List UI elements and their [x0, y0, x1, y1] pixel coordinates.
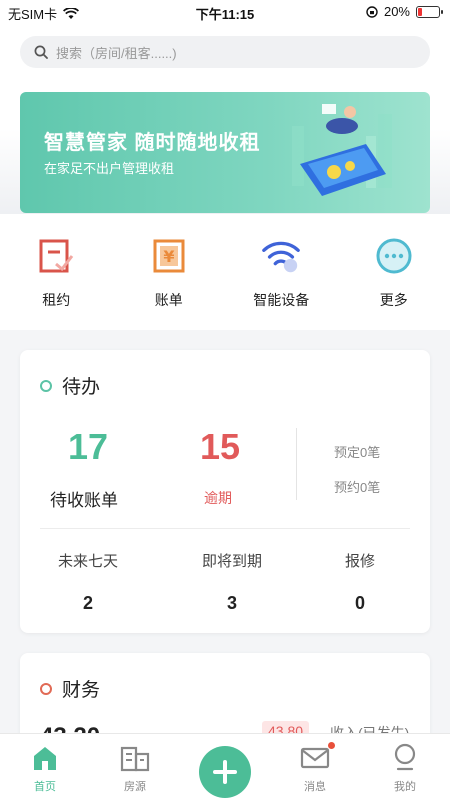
promo-banner[interactable]: 智慧管家 随时随地收租 在家足不出户管理收租: [20, 92, 430, 213]
tab-listings[interactable]: 房源: [90, 734, 180, 800]
search-input[interactable]: 搜索（房间/租客......): [20, 36, 430, 68]
search-icon: [34, 45, 48, 59]
stat-next-seven-days[interactable]: 未来七天 2: [28, 550, 148, 614]
search-placeholder: 搜索（房间/租客......): [56, 45, 177, 61]
overdue-count[interactable]: 15: [200, 426, 240, 468]
todo-title: 待办: [40, 372, 100, 399]
stat-label: 即将到期: [201, 553, 262, 570]
menu-item-smart-device[interactable]: 智能设备: [225, 214, 338, 330]
finance-dot-icon: [40, 682, 52, 695]
overdue-label[interactable]: 逾期: [204, 488, 232, 508]
finance-title-text: 财务: [62, 680, 101, 701]
tab-messages[interactable]: 消息: [270, 734, 360, 800]
stat-value: 3: [226, 593, 237, 613]
menu-label-bill: 账单: [154, 292, 183, 308]
tab-add[interactable]: [180, 734, 270, 800]
home-icon: [31, 743, 59, 773]
tab-profile-label: 我的: [394, 781, 416, 793]
contract-icon: [36, 236, 76, 276]
wifi-icon: [261, 236, 301, 276]
stat-value: 2: [82, 593, 93, 613]
todo-title-text: 待办: [62, 377, 101, 398]
mail-icon: [300, 743, 330, 773]
more-icon: [374, 236, 414, 276]
menu-label-smart-device: 智能设备: [253, 292, 310, 308]
orientation-lock-icon: [366, 5, 378, 18]
menu-item-contract[interactable]: 租约: [0, 214, 113, 330]
finance-title: 财务: [40, 675, 100, 702]
battery-fill: [418, 7, 423, 16]
svg-text:¥: ¥: [163, 247, 174, 266]
stat-label: 报修: [344, 553, 375, 570]
battery-icon: [416, 5, 443, 18]
phone-illustration-icon: [292, 104, 392, 196]
tab-bar: 首页 房源 消息 我的: [0, 733, 450, 800]
appointment-count[interactable]: 预约0笔: [334, 477, 380, 496]
unread-badge: [328, 742, 335, 749]
tab-home-label: 首页: [34, 781, 56, 793]
tab-listings-label: 房源: [124, 781, 146, 793]
user-icon: [392, 743, 418, 773]
building-icon: [120, 743, 150, 773]
horizontal-divider: [40, 528, 410, 529]
header-area: 搜索（房间/租客......) 智慧管家 随时随地收租 在家足不出户管理收租: [0, 24, 450, 214]
menu-item-bill[interactable]: ¥ 账单: [113, 214, 226, 330]
tab-profile[interactable]: 我的: [360, 734, 450, 800]
vertical-divider: [296, 428, 297, 500]
menu-label-more: 更多: [379, 292, 408, 308]
menu-item-more[interactable]: 更多: [338, 214, 450, 330]
banner-subtitle: 在家足不出户管理收租: [44, 161, 175, 176]
menu-label-contract: 租约: [42, 292, 71, 308]
stat-expiring-soon[interactable]: 即将到期 3: [172, 550, 292, 614]
tab-messages-label: 消息: [304, 781, 326, 793]
todo-dot-icon: [40, 379, 52, 392]
stat-value: 0: [354, 593, 365, 613]
banner-title: 智慧管家 随时随地收租: [44, 132, 261, 154]
bill-icon: ¥: [149, 236, 189, 276]
battery-percent: 20%: [383, 4, 410, 19]
todo-card: 待办 17 待收账单 15 逾期 预定0笔 预约0笔 未来七天 2 即将到期 3…: [20, 350, 430, 633]
stat-repair[interactable]: 报修 0: [300, 550, 420, 614]
tab-home[interactable]: 首页: [0, 734, 90, 800]
booked-count[interactable]: 预定0笔: [334, 442, 380, 461]
plus-icon: [199, 746, 251, 798]
status-right: 20%: [366, 4, 443, 19]
pending-bills-count[interactable]: 17: [68, 426, 108, 468]
pending-bills-label[interactable]: 待收账单: [50, 486, 118, 511]
quick-menu: 租约 ¥ 账单 智能设备 更多: [0, 214, 450, 330]
stat-label: 未来七天: [57, 553, 118, 570]
status-bar: 无SIM卡 下午11:15 20%: [0, 0, 450, 24]
